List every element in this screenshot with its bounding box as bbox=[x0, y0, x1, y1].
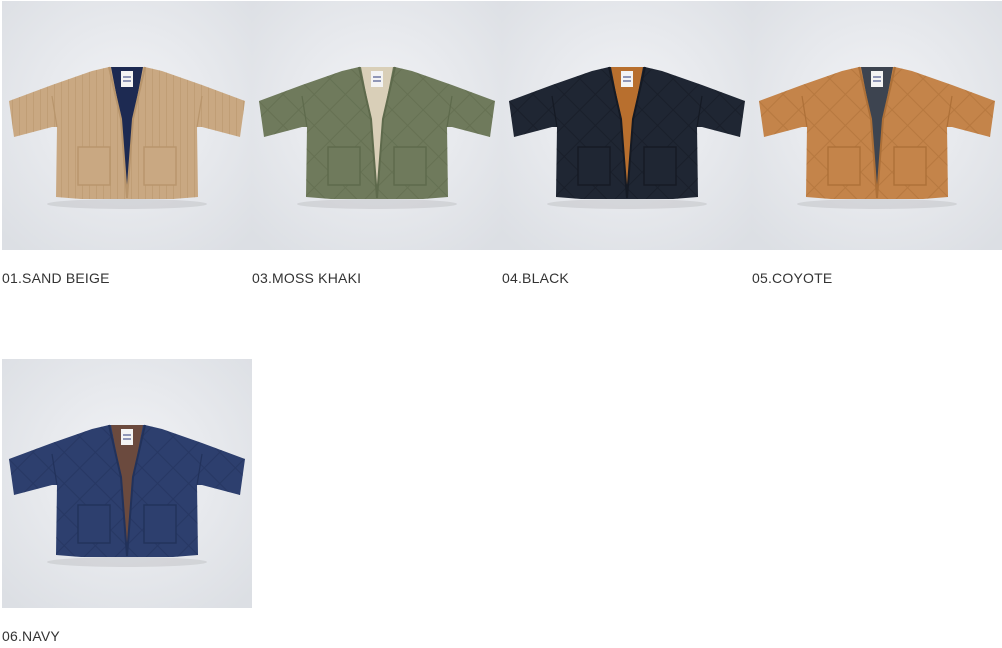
product-item-navy[interactable]: 06.NAVY bbox=[2, 359, 252, 644]
product-item-black[interactable]: 04.BLACK bbox=[502, 1, 752, 286]
product-label[interactable]: 04.BLACK bbox=[502, 270, 752, 286]
product-label[interactable]: 06.NAVY bbox=[2, 628, 252, 644]
product-label[interactable]: 03.MOSS KHAKI bbox=[252, 270, 502, 286]
jacket-image-coyote[interactable] bbox=[752, 1, 1002, 250]
jacket-image-moss-khaki[interactable] bbox=[252, 1, 502, 250]
jacket-image-sand-beige[interactable] bbox=[2, 1, 252, 250]
jacket-image-black[interactable] bbox=[502, 1, 752, 250]
product-label[interactable]: 05.COYOTE bbox=[752, 270, 1002, 286]
product-item-sand-beige[interactable]: 01.SAND BEIGE bbox=[2, 1, 252, 286]
jacket-image-navy[interactable] bbox=[2, 359, 252, 608]
product-label[interactable]: 01.SAND BEIGE bbox=[2, 270, 252, 286]
product-item-moss-khaki[interactable]: 03.MOSS KHAKI bbox=[252, 1, 502, 286]
product-item-coyote[interactable]: 05.COYOTE bbox=[752, 1, 1002, 286]
